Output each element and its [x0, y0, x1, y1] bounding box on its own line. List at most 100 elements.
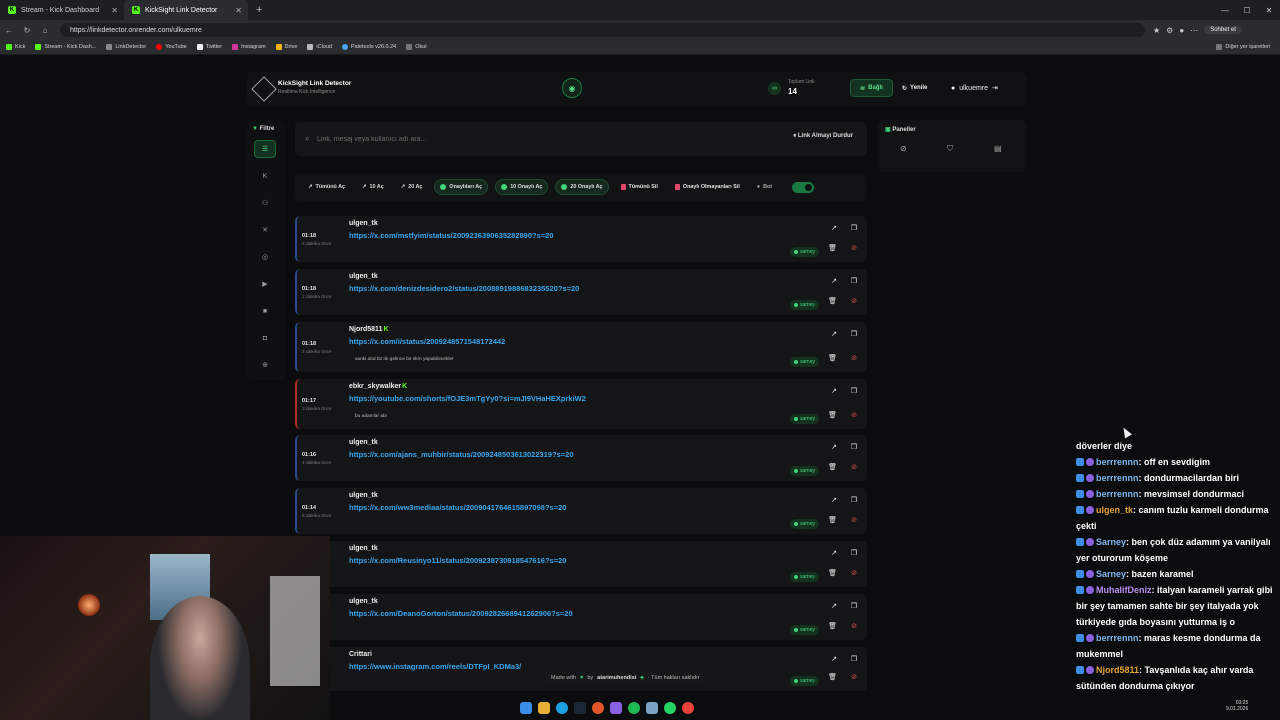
- filter-instagram-icon[interactable]: ◎: [254, 248, 276, 266]
- open-external-icon[interactable]: ↗: [831, 655, 837, 663]
- chat-username[interactable]: ulgen_tk: [1096, 505, 1133, 515]
- filter-video-icon[interactable]: ■: [254, 302, 276, 320]
- bookmark-icloud[interactable]: iCloud: [307, 44, 332, 50]
- extensions-icon[interactable]: ⚙: [1166, 26, 1173, 35]
- delete-icon[interactable]: 🗑: [828, 463, 837, 471]
- refresh-button[interactable]: ↻ Yenile: [902, 79, 927, 97]
- star-icon[interactable]: ★: [1153, 26, 1160, 35]
- firefox-icon[interactable]: [592, 702, 604, 714]
- app-icon[interactable]: [646, 702, 658, 714]
- bookmark-twitter[interactable]: Twitter: [196, 44, 222, 50]
- delete-icon[interactable]: 🗑: [828, 411, 837, 419]
- delete-icon[interactable]: 🗑: [828, 244, 837, 252]
- more-icon[interactable]: ⋯: [1190, 26, 1198, 35]
- bookmark-kick[interactable]: Kick: [6, 44, 25, 50]
- delete-icon[interactable]: 🗑: [828, 622, 837, 630]
- chat-button[interactable]: Sohbet et: [1204, 26, 1242, 34]
- open-all-button[interactable]: ↗ Tümünü Aç: [303, 179, 350, 195]
- delete-icon[interactable]: 🗑: [828, 516, 837, 524]
- search-input[interactable]: [317, 131, 757, 147]
- open-external-icon[interactable]: ↗: [831, 387, 837, 395]
- twitch-icon[interactable]: [610, 702, 622, 714]
- copy-icon[interactable]: ❐: [851, 277, 857, 285]
- ban-icon[interactable]: ⊘: [851, 673, 857, 681]
- file-explorer-icon[interactable]: [538, 702, 550, 714]
- bot-toggle[interactable]: [792, 181, 815, 193]
- ban-icon[interactable]: ⊘: [851, 622, 857, 630]
- other-bookmarks[interactable]: Diğer yer işaretleri: [1216, 44, 1270, 50]
- logout-icon[interactable]: ⇥: [992, 84, 998, 92]
- delete-icon[interactable]: 🗑: [828, 673, 837, 681]
- open-external-icon[interactable]: ↗: [831, 330, 837, 338]
- ban-icon[interactable]: ⊘: [851, 297, 857, 305]
- link-username[interactable]: Crittari: [349, 651, 372, 658]
- link-url[interactable]: https://x.com/DeanoGorton/status/2009282…: [349, 609, 573, 618]
- chat-username[interactable]: berrrennn: [1096, 473, 1139, 483]
- chat-username[interactable]: Sarney: [1096, 537, 1126, 547]
- home-icon[interactable]: ⌂: [36, 26, 54, 35]
- tab-kick-dashboard[interactable]: K Stream - Kick Dashboard ✕: [0, 0, 124, 20]
- link-username[interactable]: ulgen_tk: [349, 220, 378, 227]
- delete-icon[interactable]: 🗑: [828, 569, 837, 577]
- link-url[interactable]: https://x.com/denizdesidero2/status/2008…: [349, 284, 579, 293]
- bookmark-okul[interactable]: Okul: [406, 44, 427, 50]
- tab-link-detector[interactable]: K KickSight Link Detector ✕: [124, 0, 248, 20]
- link-username[interactable]: Njord5811K: [349, 326, 389, 333]
- copy-icon[interactable]: ❐: [851, 602, 857, 610]
- bookmark-linkdetector[interactable]: LinkDetector: [106, 44, 146, 50]
- ban-icon[interactable]: ⊘: [851, 516, 857, 524]
- link-username[interactable]: ulgen_tk: [349, 439, 378, 446]
- bookmark-youtube[interactable]: YouTube: [156, 44, 187, 50]
- link-username[interactable]: ulgen_tk: [349, 492, 378, 499]
- copy-icon[interactable]: ❐: [851, 443, 857, 451]
- open-20-button[interactable]: ↗ 20 Aç: [396, 179, 428, 195]
- eye-toggle-icon[interactable]: ◉: [562, 78, 582, 98]
- open-external-icon[interactable]: ↗: [831, 602, 837, 610]
- link-username[interactable]: ulgen_tk: [349, 273, 378, 280]
- link-url[interactable]: https://x.com/ajans_muhbir/status/200924…: [349, 450, 574, 459]
- spotify-icon[interactable]: [628, 702, 640, 714]
- copy-icon[interactable]: ❐: [851, 330, 857, 338]
- chat-username[interactable]: berrrennn: [1096, 489, 1139, 499]
- open-external-icon[interactable]: ↗: [831, 549, 837, 557]
- delete-unapproved-button[interactable]: Onaylı Olmayanları Sil: [670, 179, 745, 195]
- minimize-icon[interactable]: —: [1214, 6, 1236, 15]
- profile-avatar[interactable]: ●: [1179, 26, 1184, 35]
- user-menu[interactable]: ● ulkuemre ⇥: [951, 79, 998, 97]
- link-url[interactable]: https://x.com/mstfyim/status/20092363906…: [349, 231, 554, 240]
- close-window-icon[interactable]: ✕: [1258, 6, 1280, 15]
- link-url[interactable]: https://x.com/Reusinyo11/status/20092387…: [349, 556, 566, 565]
- archive-icon[interactable]: ▤: [994, 144, 1002, 153]
- open-external-icon[interactable]: ↗: [831, 277, 837, 285]
- windows-start-icon[interactable]: [520, 702, 532, 714]
- filter-camera-icon[interactable]: ◘: [254, 329, 276, 347]
- footer-author[interactable]: atarimuhendisi: [597, 675, 636, 681]
- close-tab-icon[interactable]: ✕: [235, 6, 242, 15]
- chat-username[interactable]: Njord5811: [1096, 665, 1139, 675]
- open-approved-button[interactable]: Onaylıları Aç: [434, 179, 489, 195]
- block-icon[interactable]: ⊘: [900, 144, 907, 153]
- chrome-icon[interactable]: [682, 702, 694, 714]
- maximize-icon[interactable]: ☐: [1236, 6, 1258, 15]
- chat-username[interactable]: Sarney: [1096, 569, 1126, 579]
- link-url[interactable]: https://www.instagram.com/reels/DTFpI_KD…: [349, 662, 521, 671]
- edge-icon[interactable]: [556, 702, 568, 714]
- link-username[interactable]: ulgen_tk: [349, 545, 378, 552]
- ban-icon[interactable]: ⊘: [851, 354, 857, 362]
- ban-icon[interactable]: ⊘: [851, 411, 857, 419]
- filter-youtube-icon[interactable]: ▶: [254, 275, 276, 293]
- copy-icon[interactable]: ❐: [851, 549, 857, 557]
- filter-globe-icon[interactable]: ⊕: [254, 356, 276, 374]
- ban-icon[interactable]: ⊘: [851, 244, 857, 252]
- bookmark-stream[interactable]: Stream - Kick Dash...: [35, 44, 96, 50]
- link-url[interactable]: https://youtube.com/shorts/fOJE3mTgYy0?s…: [349, 394, 586, 403]
- copy-icon[interactable]: ❐: [851, 224, 857, 232]
- stop-links-button[interactable]: ⏸ Link Almayı Durdur: [793, 133, 853, 140]
- ban-icon[interactable]: ⊘: [851, 463, 857, 471]
- chat-username[interactable]: berrrennn: [1096, 457, 1139, 467]
- open-20-approved-button[interactable]: 20 Onaylı Aç: [555, 179, 609, 195]
- filter-kick-icon[interactable]: K: [254, 167, 276, 185]
- chat-username[interactable]: berrrennn: [1096, 633, 1139, 643]
- link-url[interactable]: https://x.com/i/status/20092485715481724…: [349, 337, 505, 346]
- close-tab-icon[interactable]: ✕: [111, 6, 118, 15]
